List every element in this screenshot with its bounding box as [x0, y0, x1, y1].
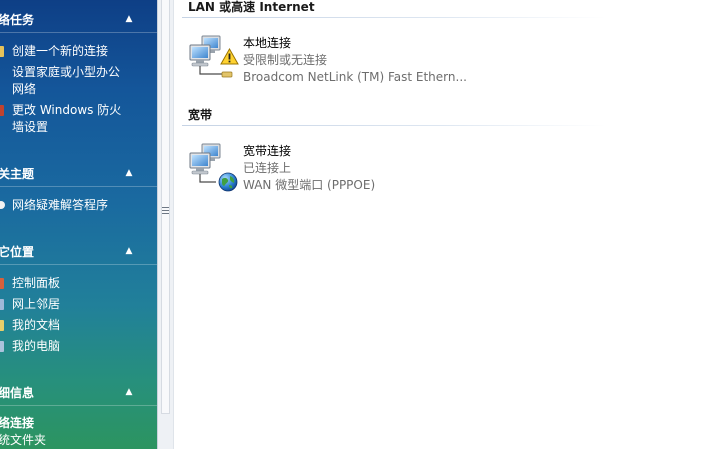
- connection-device: Broadcom NetLink (TM) Fast Ethern...: [243, 70, 467, 84]
- section-divider: [0, 405, 157, 406]
- help-icon: [0, 201, 5, 209]
- section-divider: [0, 186, 157, 187]
- collapse-arrow-icon[interactable]: ▲: [123, 245, 135, 257]
- details-name: 络连接: [0, 416, 35, 430]
- warning-icon: [220, 48, 239, 65]
- group-header-broadband[interactable]: 宽带: [188, 108, 212, 122]
- details-title: 细信息: [0, 386, 35, 400]
- control-panel-icon: [0, 278, 4, 289]
- firewall-icon: [0, 105, 4, 116]
- my-documents-label: 我的文档: [12, 318, 61, 332]
- section-divider: [0, 264, 157, 265]
- home-network-label-cont: 网络: [12, 82, 37, 96]
- connection-name: 宽带连接: [243, 144, 292, 158]
- connection-status: 受限制或无连接: [243, 53, 328, 67]
- network-places-label: 网上邻居: [12, 297, 61, 311]
- connection-icon: [0, 46, 4, 57]
- globe-icon: [218, 172, 238, 192]
- collapse-arrow-icon[interactable]: ▲: [123, 167, 135, 179]
- firewall-settings-label-cont: 墙设置: [12, 120, 49, 134]
- other-places-title: 它位置: [0, 245, 35, 259]
- group-divider: [182, 125, 606, 126]
- network-places-icon: [0, 299, 4, 310]
- network-tasks-title: 络任务: [0, 13, 35, 27]
- related-topics-title: 关主题: [0, 167, 35, 181]
- task-pane: 络任务 ▲ 创建一个新的连接 设置家庭或小型办公 网络 更改 Windows 防…: [0, 0, 157, 449]
- section-divider: [0, 32, 157, 33]
- documents-icon: [0, 320, 4, 331]
- computer-icon: [0, 341, 4, 352]
- create-connection-label: 创建一个新的连接: [12, 44, 109, 58]
- group-divider: [182, 17, 606, 18]
- control-panel-label: 控制面板: [12, 276, 61, 290]
- troubleshooter-label: 网络疑难解答程序: [12, 198, 109, 212]
- collapse-arrow-icon[interactable]: ▲: [123, 13, 135, 25]
- splitter-grip-icon[interactable]: [162, 207, 169, 216]
- local-connection-item[interactable]: 本地连接 受限制或无连接 Broadcom NetLink (TM) Fast …: [188, 34, 608, 86]
- connection-device: WAN 微型端口 (PPPOE): [243, 178, 376, 192]
- collapse-arrow-icon[interactable]: ▲: [123, 386, 135, 398]
- my-computer-label: 我的电脑: [12, 339, 61, 353]
- connection-name: 本地连接: [243, 36, 292, 50]
- details-type: 统文件夹: [0, 433, 47, 447]
- broadband-connection-item[interactable]: 宽带连接 已连接上 WAN 微型端口 (PPPOE): [188, 142, 608, 194]
- pane-splitter[interactable]: [157, 0, 174, 449]
- connections-view: LAN 或高速 Internet 本地连接 受限制或无连接 Broadcom N…: [174, 0, 726, 449]
- connection-status: 已连接上: [243, 161, 292, 175]
- group-header-lan[interactable]: LAN 或高速 Internet: [188, 0, 315, 14]
